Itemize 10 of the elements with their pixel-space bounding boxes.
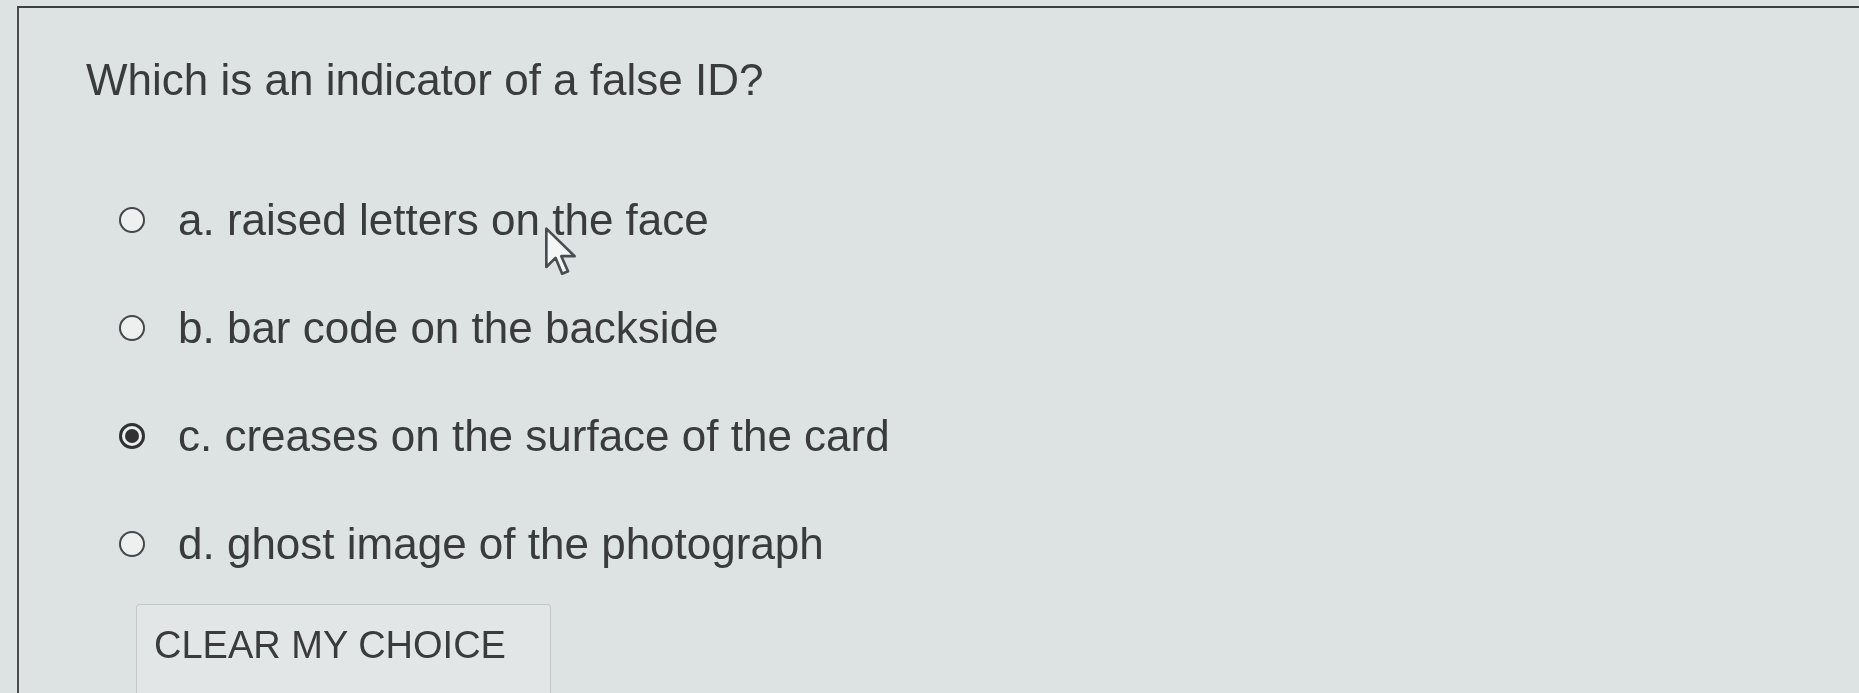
radio-button[interactable] [119,207,145,233]
radio-button[interactable] [119,423,145,449]
option-label[interactable]: d. ghost image of the photograph [178,517,824,571]
option-label[interactable]: a. raised letters on the face [178,193,709,247]
radio-button[interactable] [119,315,145,341]
option-label[interactable]: b. bar code on the backside [178,301,719,355]
option-label[interactable]: c. creases on the surface of the card [178,409,890,463]
question-text: Which is an indicator of a false ID? [86,54,764,106]
radio-button[interactable] [119,531,145,557]
clear-choice-button[interactable]: CLEAR MY CHOICE [136,604,551,693]
